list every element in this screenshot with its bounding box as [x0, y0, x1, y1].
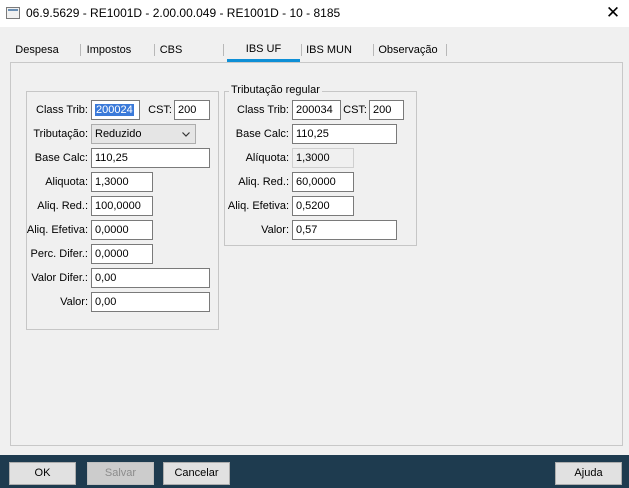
regular-aliquota-label: Alíquota: [245, 152, 289, 164]
regular-cst-label: CST: [343, 104, 367, 116]
valor-difer-field[interactable]: 0,00 [91, 268, 210, 288]
aliquota-field[interactable]: 1,3000 [91, 172, 153, 192]
regular-class-trib-label: Class Trib: [237, 104, 289, 116]
tab-ibs-mun[interactable]: IBS MUN [304, 38, 354, 62]
aliq-red-field[interactable]: 100,0000 [91, 196, 153, 216]
regular-valor-label: Valor: [261, 224, 289, 236]
tab-bar: Despesa Impostos CBS IBS UF IBS MUN Obse… [0, 38, 629, 62]
title-bar[interactable]: 06.9.5629 - RE1001D - 2.00.00.049 - RE10… [0, 0, 629, 27]
tab-separator [80, 44, 81, 56]
ok-button[interactable]: OK [9, 462, 76, 485]
regular-base-calc-field[interactable]: 110,25 [292, 124, 397, 144]
tab-despesa[interactable]: Despesa [10, 38, 64, 62]
tab-observacao[interactable]: Observação [376, 38, 440, 62]
window-title: 06.9.5629 - RE1001D - 2.00.00.049 - RE10… [26, 6, 341, 20]
perc-difer-field[interactable]: 0,0000 [91, 244, 153, 264]
tab-separator [223, 44, 224, 56]
regular-aliquota-field: 1,3000 [292, 148, 354, 168]
tab-separator [373, 44, 374, 56]
regular-base-calc-label: Base Calc: [235, 128, 289, 140]
tributacao-regular-legend: Tributação regular [229, 84, 322, 96]
valor-difer-label: Valor Difer.: [31, 272, 88, 284]
tab-separator [446, 44, 447, 56]
perc-difer-label: Perc. Difer.: [30, 248, 88, 260]
close-icon[interactable]: ✕ [601, 3, 625, 23]
cst-label: CST: [148, 104, 172, 116]
regular-valor-field[interactable]: 0,57 [292, 220, 397, 240]
aliq-efetiva-field[interactable]: 0,0000 [91, 220, 153, 240]
tab-cbs[interactable]: CBS [157, 38, 185, 62]
tributacao-select[interactable]: Reduzido [91, 124, 196, 144]
cst-field[interactable]: 200 [174, 100, 210, 120]
aliq-efetiva-label: Aliq. Efetiva: [26, 224, 88, 236]
regular-cst-field[interactable]: 200 [369, 100, 404, 120]
ajuda-button[interactable]: Ajuda [555, 462, 622, 485]
chevron-down-icon [182, 132, 190, 137]
class-trib-field[interactable]: 200024 [91, 100, 140, 120]
regular-aliq-red-label: Aliq. Red.: [238, 176, 289, 188]
valor-field[interactable]: 0,00 [91, 292, 210, 312]
valor-label: Valor: [60, 296, 88, 308]
regular-aliq-efetiva-field[interactable]: 0,5200 [292, 196, 354, 216]
regular-aliq-red-field[interactable]: 60,0000 [292, 172, 354, 192]
base-calc-label: Base Calc: [34, 152, 88, 164]
cancelar-button[interactable]: Cancelar [163, 462, 230, 485]
aliquota-label: Aliquota: [45, 176, 88, 188]
app-window-icon [6, 7, 20, 19]
tab-impostos[interactable]: Impostos [84, 38, 134, 62]
tab-ibs-uf[interactable]: IBS UF [227, 38, 300, 62]
base-calc-field[interactable]: 110,25 [91, 148, 210, 168]
tab-separator [301, 44, 302, 56]
aliq-red-label: Aliq. Red.: [37, 200, 88, 212]
tab-separator [154, 44, 155, 56]
class-trib-label: Class Trib: [36, 104, 88, 116]
salvar-button[interactable]: Salvar [87, 462, 154, 485]
tributacao-selected-value: Reduzido [95, 128, 142, 140]
regular-class-trib-field[interactable]: 200034 [292, 100, 341, 120]
regular-aliq-efetiva-label: Aliq. Efetiva: [227, 200, 289, 212]
tributacao-label: Tributação: [33, 128, 88, 140]
